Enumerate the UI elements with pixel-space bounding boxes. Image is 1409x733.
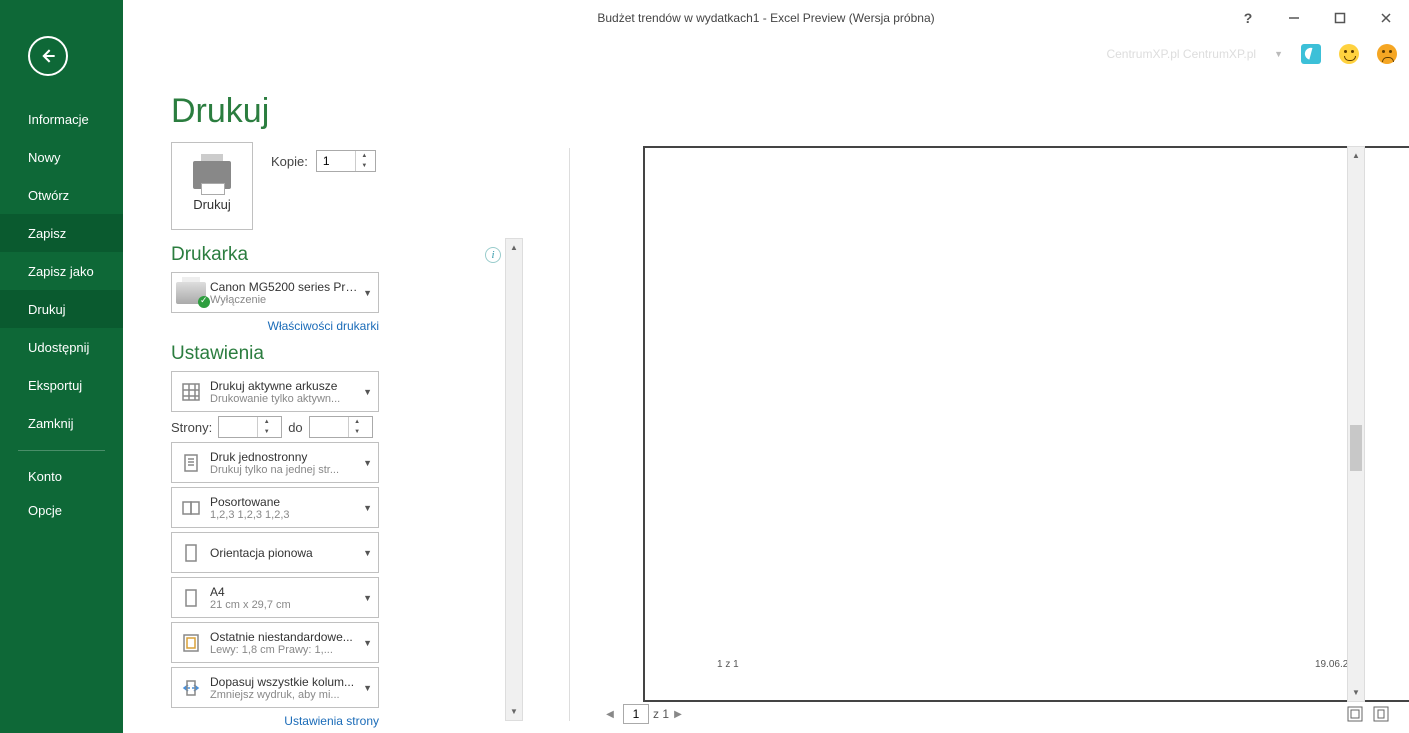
scroll-down-icon[interactable]: ▼ bbox=[506, 703, 522, 720]
chevron-down-icon: ▼ bbox=[363, 458, 372, 468]
next-page-button[interactable]: ▶ bbox=[669, 705, 687, 723]
chevron-down-icon: ▼ bbox=[363, 288, 372, 298]
printer-device-icon bbox=[176, 282, 206, 304]
orientation-dropdown[interactable]: Orientacja pionowa ▼ bbox=[171, 532, 379, 573]
account-name[interactable]: CentrumXP.pl CentrumXP.pl bbox=[1106, 47, 1256, 61]
settings-scrollbar[interactable]: ▲ ▼ bbox=[505, 238, 523, 721]
sheets-icon bbox=[180, 381, 202, 403]
close-button[interactable] bbox=[1363, 0, 1409, 36]
sidebar-item-nowy[interactable]: Nowy bbox=[0, 138, 123, 176]
preview-scrollbar[interactable]: ▲ ▼ bbox=[1347, 146, 1365, 702]
sidebar-item-udostepnij[interactable]: Udostępnij bbox=[0, 328, 123, 366]
previous-page-button[interactable]: ◀ bbox=[601, 705, 619, 723]
pages-to-label: do bbox=[288, 420, 302, 435]
pages-to-input[interactable] bbox=[310, 420, 348, 434]
copies-stepper[interactable]: ▲▼ bbox=[316, 150, 376, 172]
page-total-label: z 1 bbox=[653, 707, 669, 721]
help-button[interactable]: ? bbox=[1225, 0, 1271, 36]
copies-input[interactable] bbox=[317, 154, 355, 168]
page-number-input[interactable] bbox=[623, 704, 649, 724]
preview-footer-left: 1 z 1 bbox=[717, 659, 739, 670]
sidebar-item-drukuj[interactable]: Drukuj bbox=[0, 290, 123, 328]
copies-label: Kopie: bbox=[271, 154, 308, 169]
print-preview-page: 1 z 1 19.06.2015 bbox=[643, 146, 1409, 702]
chevron-down-icon: ▼ bbox=[363, 683, 372, 693]
scroll-up-icon[interactable]: ▲ bbox=[1348, 147, 1364, 164]
pages-to-stepper[interactable]: ▲▼ bbox=[309, 416, 373, 438]
scroll-thumb[interactable] bbox=[1350, 425, 1362, 471]
show-margins-button[interactable] bbox=[1345, 704, 1365, 724]
printer-icon bbox=[193, 161, 231, 189]
printer-info-icon[interactable]: i bbox=[485, 247, 501, 263]
collate-icon bbox=[180, 497, 202, 519]
fit-columns-icon bbox=[180, 677, 202, 699]
printer-status: Wyłączenie bbox=[210, 294, 358, 306]
chevron-down-icon: ▼ bbox=[363, 503, 372, 513]
scaling-dropdown[interactable]: Dopasuj wszystkie kolum...Zmniejsz wydru… bbox=[171, 667, 379, 708]
orientation-portrait-icon bbox=[180, 542, 202, 564]
account-avatar[interactable] bbox=[1301, 44, 1321, 64]
settings-section-heading: Ustawienia bbox=[171, 343, 264, 365]
page-icon bbox=[180, 587, 202, 609]
sidebar-item-eksportuj[interactable]: Eksportuj bbox=[0, 366, 123, 404]
collate-dropdown[interactable]: Posortowane1,2,3 1,2,3 1,2,3 ▼ bbox=[171, 487, 379, 528]
print-button-label: Drukuj bbox=[193, 197, 231, 212]
page-setup-link[interactable]: Ustawienia strony bbox=[284, 714, 379, 728]
scroll-down-icon[interactable]: ▼ bbox=[1348, 684, 1364, 701]
feedback-smile-icon[interactable] bbox=[1339, 44, 1359, 64]
print-what-dropdown[interactable]: Drukuj aktywne arkusze Drukowanie tylko … bbox=[171, 371, 379, 412]
chevron-down-icon: ▼ bbox=[363, 638, 372, 648]
pages-from-input[interactable] bbox=[219, 420, 257, 434]
margins-dropdown[interactable]: Ostatnie niestandardowe...Lewy: 1,8 cm P… bbox=[171, 622, 379, 663]
chevron-down-icon: ▼ bbox=[363, 593, 372, 603]
page-heading: Drukuj bbox=[171, 92, 269, 131]
zoom-to-page-button[interactable] bbox=[1371, 704, 1391, 724]
scroll-up-icon[interactable]: ▲ bbox=[506, 239, 522, 256]
printer-section-heading: Drukarka bbox=[171, 244, 248, 266]
chevron-down-icon: ▼ bbox=[363, 387, 372, 397]
paper-dropdown[interactable]: A421 cm x 29,7 cm ▼ bbox=[171, 577, 379, 618]
pages-from-stepper[interactable]: ▲▼ bbox=[218, 416, 282, 438]
sidebar-item-zapisz-jako[interactable]: Zapisz jako bbox=[0, 252, 123, 290]
sidebar-item-zamknij[interactable]: Zamknij bbox=[0, 404, 123, 442]
page-single-icon bbox=[180, 452, 202, 474]
pages-label: Strony: bbox=[171, 420, 212, 435]
window-title: Budżet trendów w wydatkach1 - Excel Prev… bbox=[597, 11, 934, 25]
sidebar-item-zapisz[interactable]: Zapisz bbox=[0, 214, 123, 252]
feedback-frown-icon[interactable] bbox=[1377, 44, 1397, 64]
divider bbox=[569, 148, 570, 721]
sidebar-item-opcje[interactable]: Opcje bbox=[0, 493, 123, 527]
chevron-down-icon: ▼ bbox=[363, 548, 372, 558]
sidebar-item-konto[interactable]: Konto bbox=[0, 459, 123, 493]
duplex-dropdown[interactable]: Druk jednostronnyDrukuj tylko na jednej … bbox=[171, 442, 379, 483]
arrow-left-icon bbox=[38, 46, 58, 66]
margins-icon bbox=[180, 632, 202, 654]
printer-dropdown[interactable]: Canon MG5200 series Pri... Wyłączenie ▼ bbox=[171, 272, 379, 313]
sidebar-item-otworz[interactable]: Otwórz bbox=[0, 176, 123, 214]
printer-properties-link[interactable]: Właściwości drukarki bbox=[268, 319, 379, 333]
sidebar-item-informacje[interactable]: Informacje bbox=[0, 100, 123, 138]
back-button[interactable] bbox=[28, 36, 68, 76]
sidebar-separator bbox=[18, 450, 105, 451]
maximize-button[interactable] bbox=[1317, 0, 1363, 36]
account-chevron-icon[interactable]: ▼ bbox=[1274, 49, 1283, 59]
copies-down-icon[interactable]: ▼ bbox=[356, 161, 373, 171]
print-button[interactable]: Drukuj bbox=[171, 142, 253, 230]
copies-up-icon[interactable]: ▲ bbox=[356, 151, 373, 161]
minimize-button[interactable] bbox=[1271, 0, 1317, 36]
printer-name: Canon MG5200 series Pri... bbox=[210, 280, 358, 294]
